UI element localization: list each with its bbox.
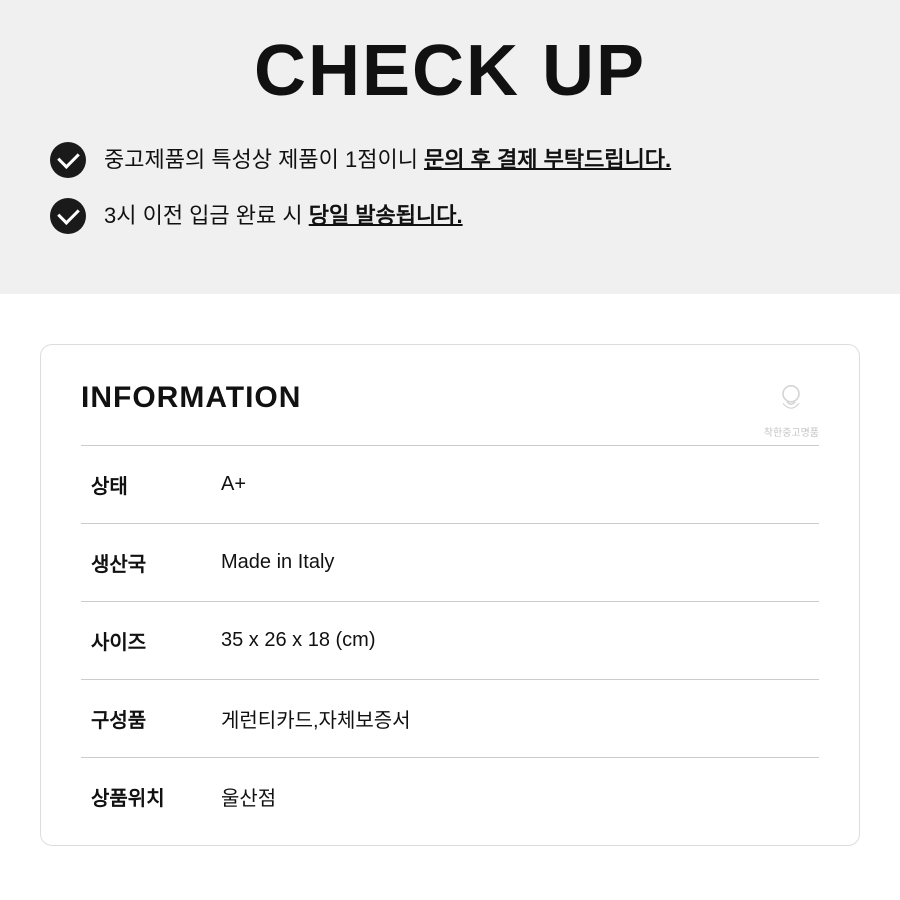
info-label-2: 사이즈	[81, 602, 211, 680]
info-value-3: 게런티카드,자체보증서	[211, 680, 819, 758]
info-section: INFORMATION 착한중고명품 상태A+생산국Made in Italy사…	[0, 294, 900, 896]
info-value-0: A+	[211, 446, 819, 524]
check-item-2-text: 3시 이전 입금 완료 시 당일 발송됩니다.	[104, 201, 463, 232]
info-value-1: Made in Italy	[211, 524, 819, 602]
table-row: 생산국Made in Italy	[81, 524, 819, 602]
header-section: CHECK UP 중고제품의 특성상 제품이 1점이니 문의 후 결제 부탁드립…	[0, 0, 900, 294]
table-row: 상품위치울산점	[81, 758, 819, 836]
info-label-1: 생산국	[81, 524, 211, 602]
main-title: CHECK UP	[20, 30, 880, 112]
info-label-3: 구성품	[81, 680, 211, 758]
info-value-2: 35 x 26 x 18 (cm)	[211, 602, 819, 680]
check-icon-1	[50, 142, 86, 178]
check-item-2-highlight: 당일 발송됩니다.	[309, 203, 463, 228]
brand-logo-icon	[771, 381, 811, 421]
check-item-1: 중고제품의 특성상 제품이 1점이니 문의 후 결제 부탁드립니다.	[50, 142, 850, 178]
table-row: 사이즈35 x 26 x 18 (cm)	[81, 602, 819, 680]
table-row: 구성품게런티카드,자체보증서	[81, 680, 819, 758]
check-item-1-highlight: 문의 후 결제 부탁드립니다.	[424, 147, 671, 172]
info-title: INFORMATION	[81, 381, 819, 415]
brand-watermark-text: 착한중고명품	[764, 424, 819, 439]
info-table: 상태A+생산국Made in Italy사이즈35 x 26 x 18 (cm)…	[81, 445, 819, 835]
check-icon-2	[50, 198, 86, 234]
info-label-0: 상태	[81, 446, 211, 524]
check-items-list: 중고제품의 특성상 제품이 1점이니 문의 후 결제 부탁드립니다. 3시 이전…	[50, 142, 850, 254]
info-card: INFORMATION 착한중고명품 상태A+생산국Made in Italy사…	[40, 344, 860, 846]
brand-watermark: 착한중고명품	[764, 381, 819, 439]
check-item-1-text: 중고제품의 특성상 제품이 1점이니 문의 후 결제 부탁드립니다.	[104, 145, 671, 176]
check-item-2: 3시 이전 입금 완료 시 당일 발송됩니다.	[50, 198, 850, 234]
info-value-4: 울산점	[211, 758, 819, 836]
info-label-4: 상품위치	[81, 758, 211, 836]
table-row: 상태A+	[81, 446, 819, 524]
